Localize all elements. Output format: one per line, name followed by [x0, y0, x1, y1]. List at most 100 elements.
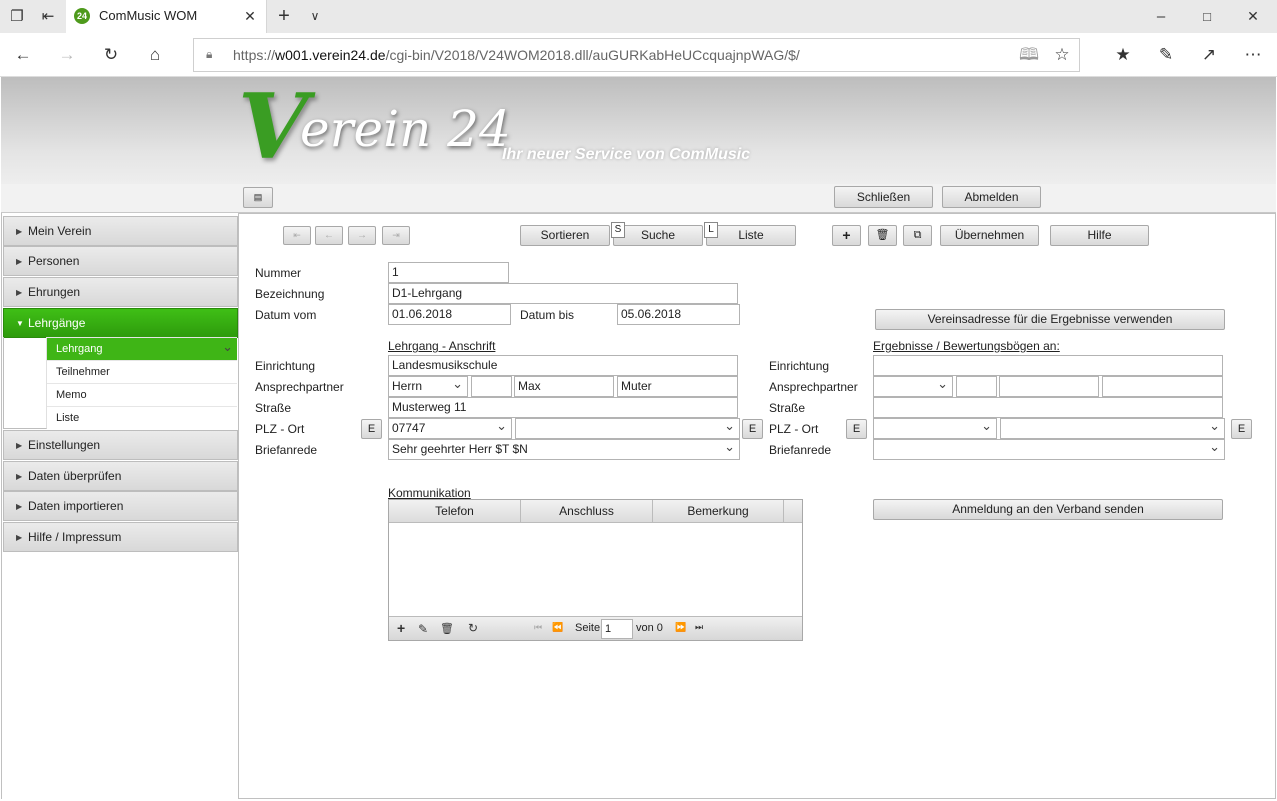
list-shortcut-badge: L — [704, 222, 718, 238]
favorites-hub-icon[interactable]: ★ — [1111, 44, 1135, 66]
sidebar-item-daten-ueberpruefen[interactable]: ▶ Daten überprüfen — [3, 461, 238, 491]
ort-select[interactable] — [515, 416, 740, 439]
r-briefanrede-select[interactable] — [873, 437, 1225, 460]
home-icon[interactable]: ⌂ — [143, 44, 167, 66]
help-button[interactable]: Hilfe — [1050, 225, 1149, 246]
copy-icon[interactable]: ⧉ — [903, 225, 932, 246]
anrede-select[interactable]: Herrn — [388, 374, 468, 397]
plz-select[interactable]: 07747 — [388, 416, 512, 439]
sidebar-item-personen[interactable]: ▶ Personen — [3, 246, 238, 276]
sidebar-item-daten-importieren[interactable]: ▶ Daten importieren — [3, 491, 238, 521]
sort-button[interactable]: Sortieren — [520, 225, 610, 246]
sidebar-subitem-lehrgang[interactable]: Lehrgang — [47, 335, 237, 360]
grid-delete-icon[interactable]: 🗑︎ — [440, 622, 454, 635]
vorname-field[interactable]: Max — [514, 376, 614, 397]
r-strasse-field[interactable] — [873, 397, 1223, 418]
tab-actions-icon[interactable]: ❐ — [5, 0, 29, 33]
close-button[interactable]: Schließen — [834, 186, 933, 208]
briefanrede-select[interactable]: Sehr geehrter Herr $T $N — [388, 437, 740, 460]
r-vorname-field[interactable] — [999, 376, 1099, 397]
r-ort-edit-button[interactable]: E — [1231, 419, 1252, 439]
grid-edit-icon[interactable]: ✎ — [418, 622, 428, 636]
nummer-field[interactable]: 1 — [388, 262, 509, 283]
first-record-icon[interactable]: ⇤ — [283, 226, 311, 245]
ort-edit-button[interactable]: E — [742, 419, 763, 439]
send-registration-button[interactable]: Anmeldung an den Verband senden — [873, 499, 1223, 520]
grid-next-page-icon[interactable]: ⏩ — [675, 622, 686, 633]
datum-vom-label: Datum vom — [255, 308, 317, 322]
share-icon[interactable]: ↗ — [1197, 44, 1221, 66]
r-titel-field[interactable] — [956, 376, 997, 397]
grid-refresh-icon[interactable]: ↻ — [468, 621, 478, 635]
forward-icon[interactable]: → — [55, 44, 79, 66]
set-aside-tabs-icon[interactable]: ⇤ — [36, 0, 60, 33]
nachname-field[interactable]: Muter — [617, 376, 738, 397]
use-club-address-button[interactable]: Vereinsadresse für die Ergebnisse verwen… — [875, 309, 1225, 330]
sidebar-subitem-liste[interactable]: Liste — [47, 406, 237, 429]
r-ort-select[interactable] — [1000, 416, 1225, 439]
strasse-field[interactable]: Musterweg 11 — [388, 397, 738, 418]
tab-title: ComMusic WOM — [99, 8, 198, 23]
sidebar-subitem-memo[interactable]: Memo — [47, 383, 237, 406]
r-plz-ort-label: PLZ - Ort — [769, 422, 819, 436]
r-anrede-select[interactable] — [873, 374, 953, 397]
einrichtung-label: Einrichtung — [255, 359, 316, 373]
new-tab-icon[interactable]: + — [272, 0, 296, 33]
plz-edit-button[interactable]: E — [361, 419, 382, 439]
slogan: Ihr neuer Service von ComMusic — [502, 146, 751, 163]
r-plz-select[interactable] — [873, 416, 997, 439]
search-shortcut-badge: S — [611, 222, 625, 238]
next-record-icon[interactable]: → — [348, 226, 376, 245]
einrichtung-field[interactable]: Landesmusikschule — [388, 355, 738, 376]
logout-button[interactable]: Abmelden — [942, 186, 1041, 208]
favorite-star-icon[interactable]: ☆ — [1050, 44, 1074, 66]
caret-right-icon: ▶ — [16, 288, 23, 297]
header-toolbar — [1, 184, 1276, 213]
col-bemerkung[interactable]: Bemerkung — [653, 500, 784, 523]
maximize-icon[interactable]: □ — [1195, 0, 1219, 33]
col-anschluss[interactable]: Anschluss — [521, 500, 653, 523]
grid-first-page-icon[interactable]: ⏮ — [534, 622, 542, 633]
close-tab-icon[interactable]: ✕ — [238, 0, 262, 33]
search-button[interactable]: Suche — [613, 225, 703, 246]
sidebar-subitem-teilnehmer[interactable]: Teilnehmer — [47, 360, 237, 383]
delete-trash-icon[interactable]: 🗑︎ — [868, 225, 897, 246]
sidebar-item-ehrungen[interactable]: ▶ Ehrungen — [3, 277, 238, 307]
prev-record-icon[interactable]: ← — [315, 226, 343, 245]
last-record-icon[interactable]: ⇥ — [382, 226, 410, 245]
sidebar-item-mein-verein[interactable]: ▶ Mein Verein — [3, 216, 238, 246]
back-icon[interactable]: ← — [11, 44, 35, 66]
caret-right-icon: ▶ — [16, 472, 23, 481]
r-ansprechpartner-label: Ansprechpartner — [769, 380, 858, 394]
bezeichnung-field[interactable]: D1-Lehrgang — [388, 283, 738, 304]
reading-view-icon[interactable]: 🕮︎ — [1017, 44, 1041, 66]
add-icon[interactable]: + — [832, 225, 861, 246]
sidebar-item-hilfe[interactable]: ▶ Hilfe / Impressum — [3, 522, 238, 552]
titel-field[interactable] — [471, 376, 512, 397]
more-icon[interactable]: ⋯ — [1241, 44, 1265, 66]
grid-page-input[interactable]: 1 — [601, 619, 633, 639]
r-plz-edit-button[interactable]: E — [846, 419, 867, 439]
r-nachname-field[interactable] — [1102, 376, 1223, 397]
r-strasse-label: Straße — [769, 401, 806, 415]
sidebar-item-lehrgaenge[interactable]: ▼ Lehrgänge — [3, 308, 238, 338]
datum-bis-field[interactable]: 05.06.2018 — [617, 304, 740, 325]
col-telefon[interactable]: Telefon — [389, 500, 521, 523]
notes-pen-icon[interactable]: ✎ — [1154, 44, 1178, 66]
tab-list-chevron-icon[interactable]: ∨ — [303, 0, 327, 33]
r-einrichtung-field[interactable] — [873, 355, 1223, 376]
minimize-icon[interactable]: – — [1149, 0, 1173, 33]
grid-add-icon[interactable]: + — [397, 621, 405, 635]
grid-prev-page-icon[interactable]: ⏪ — [552, 622, 563, 633]
logo-text: erein 24 — [300, 100, 511, 158]
menu-toggle-icon[interactable]: ▤ — [243, 187, 273, 208]
apply-button[interactable]: Übernehmen — [940, 225, 1039, 246]
refresh-icon[interactable]: ↻ — [99, 44, 123, 66]
nummer-label: Nummer — [255, 266, 302, 280]
list-button[interactable]: Liste — [706, 225, 796, 246]
grid-last-page-icon[interactable]: ⏭ — [695, 622, 703, 633]
datum-vom-field[interactable]: 01.06.2018 — [388, 304, 511, 325]
sidebar-item-einstellungen[interactable]: ▶ Einstellungen — [3, 430, 238, 460]
close-window-icon[interactable]: ✕ — [1241, 0, 1265, 33]
left-section-heading: Lehrgang - Anschrift — [388, 339, 496, 353]
